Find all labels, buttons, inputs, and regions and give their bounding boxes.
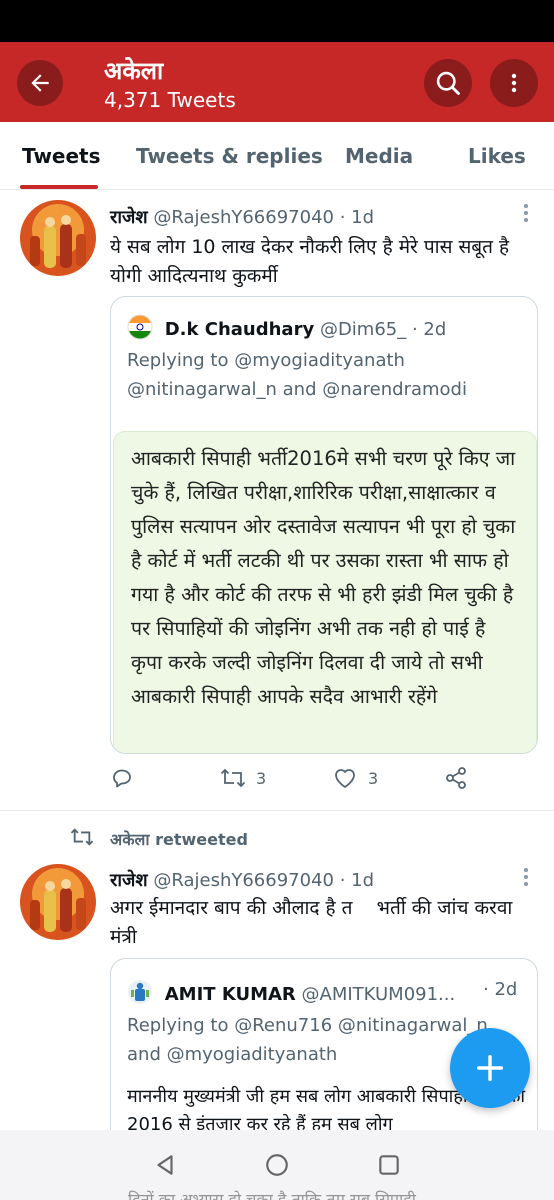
nav-back-button[interactable]	[152, 1152, 178, 1182]
system-navigation-bar: दिनों का अभ्यास हो चुका है ताकि तुम सब स…	[0, 1130, 554, 1200]
tab-tweets-replies[interactable]: Tweets & replies	[136, 144, 323, 168]
more-vertical-icon	[524, 868, 528, 886]
active-tab-indicator	[20, 185, 98, 189]
back-arrow-icon	[31, 74, 49, 92]
tab-media[interactable]: Media	[345, 144, 413, 168]
nav-home-button[interactable]	[264, 1152, 290, 1182]
quoted-timestamp: · 2d	[411, 319, 447, 340]
retweeted-by[interactable]: अकेला retweeted	[110, 828, 248, 850]
retweeted-indicator-icon	[70, 826, 94, 852]
mention-link[interactable]: and @myogiadityanath	[127, 1044, 337, 1065]
image-text: आबकारी सिपाही भर्ती2016मे सभी चरण पूरे क…	[131, 447, 516, 708]
mention-link[interactable]: Replying to @Renu716 @nitinagarwal_n	[127, 1015, 488, 1036]
tweet-text: ये सब लोग 10 लाख देकर नौकरी लिए है मेरे …	[110, 236, 510, 287]
display-name[interactable]: राजेश	[110, 870, 148, 891]
quoted-display-name: AMIT KUMAR	[164, 984, 296, 1005]
share-button[interactable]	[444, 766, 468, 790]
search-button[interactable]	[424, 59, 472, 107]
quoted-tweet[interactable]: D.k Chaudhary @Dim65_ · 2d Replying to @…	[110, 296, 538, 754]
compose-tweet-button[interactable]	[450, 1028, 530, 1108]
profile-tabs: Tweets Tweets & replies Media Likes	[0, 122, 554, 190]
user-avatar-icon	[128, 980, 152, 1004]
retweet-icon	[70, 828, 94, 846]
more-vertical-icon	[524, 204, 528, 222]
quoted-handle: @AMITKUM091...	[301, 984, 456, 1005]
handle: @RajeshY66697040	[153, 207, 334, 228]
quoted-timestamp: · 2d	[483, 979, 518, 1000]
retweet-button[interactable]: 3	[220, 766, 266, 790]
tweet-text: अगर ईमानदार बाप की औलाद है त भर्ती की जा…	[110, 897, 519, 948]
replying-to-label: Replying to	[127, 350, 229, 371]
tweet-count: 4,371 Tweets	[104, 88, 236, 112]
more-vertical-icon	[511, 73, 517, 93]
tab-tweets[interactable]: Tweets	[22, 144, 101, 168]
heart-icon	[335, 769, 355, 788]
mention-link[interactable]: @nitinagarwal_n and @narendramodi	[127, 379, 467, 400]
tweet-author: राजेश @RajeshY66697040 · 1d	[110, 205, 374, 229]
back-button[interactable]	[17, 60, 63, 106]
plus-icon	[476, 1054, 504, 1082]
tweet-more-button[interactable]	[516, 202, 536, 228]
reply-button[interactable]	[110, 766, 134, 790]
circle-home-icon	[266, 1154, 288, 1176]
avatar[interactable]	[20, 200, 96, 276]
profile-header: अकेला 4,371 Tweets	[0, 42, 554, 122]
scrolled-content-peek: दिनों का अभ्यास हो चुका है ताकि तुम सब स…	[128, 1190, 416, 1200]
more-options-button[interactable]	[490, 59, 538, 107]
replying-to: Replying to @myogiadityanath @nitinagarw…	[127, 346, 527, 404]
triangle-back-icon	[157, 1155, 173, 1175]
timestamp: · 1d	[339, 870, 375, 891]
tab-likes[interactable]: Likes	[468, 144, 526, 168]
status-bar	[0, 0, 554, 42]
square-recents-icon	[379, 1155, 399, 1175]
like-button[interactable]: 3	[332, 766, 378, 790]
tweet-actions: 3 3	[110, 766, 530, 798]
handle: @RajeshY66697040	[153, 870, 334, 891]
display-name[interactable]: राजेश	[110, 207, 148, 228]
like-count: 3	[368, 768, 379, 788]
quoted-display-name: D.k Chaudhary	[164, 319, 315, 340]
timestamp: · 1d	[339, 207, 375, 228]
retweet-count: 3	[256, 768, 267, 788]
tweet-author: राजेश @RajeshY66697040 · 1d	[110, 868, 374, 892]
mention-link[interactable]: @myogiadityanath	[234, 350, 405, 371]
quoted-image[interactable]: आबकारी सिपाही भर्ती2016मे सभी चरण पूरे क…	[113, 431, 537, 753]
quoted-author: D.k Chaudhary @Dim65_ · 2d	[127, 314, 446, 340]
retweet-icon	[220, 768, 246, 788]
quoted-handle: @Dim65_	[319, 319, 407, 340]
profile-name: अकेला	[104, 57, 164, 85]
tweet-divider	[0, 810, 554, 811]
quoted-author: AMIT KUMAR @AMITKUM091... · 2d	[127, 979, 517, 1005]
share-icon	[446, 767, 466, 789]
nav-recents-button[interactable]	[376, 1152, 402, 1182]
reply-icon	[113, 769, 131, 788]
india-flag-avatar-icon	[127, 314, 153, 340]
tweet-more-button[interactable]	[516, 866, 536, 892]
search-icon	[436, 71, 460, 95]
avatar[interactable]	[20, 864, 96, 940]
